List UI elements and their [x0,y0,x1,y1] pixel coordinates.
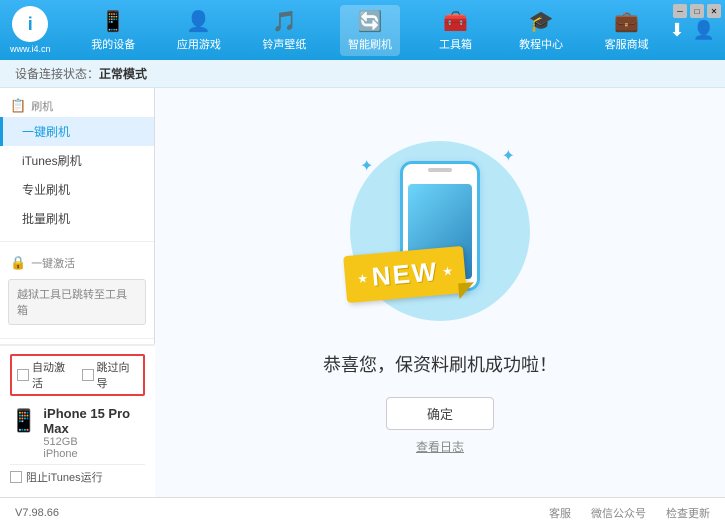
logo: i www.i4.cn [10,6,51,54]
device-bottom: 自动激活 跳过向导 📱 iPhone 15 Pro Max 512GB iPho… [0,345,155,497]
user-icon[interactable]: 👤 [693,20,715,41]
nav-apps-label: 应用游戏 [177,36,221,52]
new-banner: ★ NEW ★ [345,251,465,311]
nav-smart-flash[interactable]: 🔄 智能刷机 [340,5,400,56]
nav-tutorial[interactable]: 🎓 教程中心 [511,5,571,56]
nav-apps-icon: 👤 [186,9,211,34]
sidebar-item-itunes-flash[interactable]: iTunes刷机 [0,146,154,175]
auto-activate-checkbox[interactable] [17,369,29,381]
skip-guide-label: 跳过向导 [97,359,139,391]
device-info: 📱 iPhone 15 Pro Max 512GB iPhone [10,402,145,464]
nav-service[interactable]: 💼 客服商域 [597,5,657,56]
nav-toolbox-icon: 🧰 [443,9,468,34]
logo-subtitle: www.i4.cn [10,44,51,54]
sub-header: 设备连接状态： 正常模式 [0,60,725,88]
content-area: ✦ ✦ ✦ ★ NEW ★ 恭喜您，保资料刷机成功啦！ 确定 查看日志 [155,88,725,497]
footer-version: V7.98.66 [15,507,59,519]
pro-flash-label: 专业刷机 [22,183,70,197]
nav-my-device[interactable]: 📱 我的设备 [83,5,143,56]
main-layout: 📋 刷机 一键刷机 iTunes刷机 专业刷机 批量刷机 🔒 一键激活 [0,88,725,497]
footer-link-service[interactable]: 客服 [549,505,571,521]
close-button[interactable]: ✕ [707,4,721,18]
auto-activate-label: 自动激活 [32,359,74,391]
nav-apps[interactable]: 👤 应用游戏 [169,5,229,56]
nav-device-icon: 📱 [101,9,126,34]
sub-header-label: 设备连接状态： [15,65,99,82]
nav-tutorial-icon: 🎓 [529,9,554,34]
window-controls: ─ □ ✕ [673,4,721,18]
footer-link-update[interactable]: 检查更新 [666,505,710,521]
new-ribbon: ★ NEW ★ [343,245,467,302]
nav-smart-flash-icon: 🔄 [358,9,383,34]
header: i www.i4.cn 📱 我的设备 👤 应用游戏 🎵 铃声壁纸 🔄 智能刷机 … [0,0,725,60]
flash-section-label: 刷机 [31,98,53,114]
sidebar: 📋 刷机 一键刷机 iTunes刷机 专业刷机 批量刷机 🔒 一键激活 [0,88,155,497]
itunes-flash-label: iTunes刷机 [22,154,82,168]
sparkle-icon-1: ✦ [360,156,373,176]
nav-toolbox-label: 工具箱 [439,36,472,52]
sidebar-activate-section: 🔒 一键激活 越狱工具已跳转至工具箱 [0,245,154,335]
nav-tutorial-label: 教程中心 [519,36,563,52]
footer: V7.98.66 客服 微信公众号 检查更新 [0,497,725,527]
nav-ringtones-icon: 🎵 [272,9,297,34]
success-message: 恭喜您，保资料刷机成功啦！ [323,351,557,377]
flash-section-icon: 📋 [10,98,26,114]
view-log-link[interactable]: 查看日志 [416,438,464,455]
sidebar-item-one-key-flash[interactable]: 一键刷机 [0,117,154,146]
nav-device-label: 我的设备 [91,36,135,52]
sidebar-item-batch-flash[interactable]: 批量刷机 [0,204,154,233]
sidebar-flash-section: 📋 刷机 一键刷机 iTunes刷机 专业刷机 批量刷机 [0,88,154,238]
maximize-button[interactable]: □ [690,4,704,18]
sidebar-divider-1 [0,241,154,242]
nav-ringtones[interactable]: 🎵 铃声壁纸 [254,5,314,56]
sidebar-activate-header: 🔒 一键激活 [0,250,154,274]
footer-links: 客服 微信公众号 检查更新 [549,505,710,521]
device-details: iPhone 15 Pro Max 512GB iPhone [43,406,145,460]
new-badge-text: NEW [371,256,440,293]
sidebar-notice: 越狱工具已跳转至工具箱 [8,279,146,325]
sidebar-flash-header: 📋 刷机 [0,93,154,117]
itunes-row: 阻止iTunes运行 [10,464,145,489]
logo-icon: i [28,14,33,35]
sidebar-item-pro-flash[interactable]: 专业刷机 [0,175,154,204]
footer-link-wechat[interactable]: 微信公众号 [591,505,646,521]
auto-activate-row: 自动激活 跳过向导 [10,354,145,396]
download-icon[interactable]: ⬇ [669,20,684,41]
nav-smart-flash-label: 智能刷机 [348,36,392,52]
batch-flash-label: 批量刷机 [22,212,70,226]
sidebar-divider-2 [0,338,154,339]
nav-bar: 📱 我的设备 👤 应用游戏 🎵 铃声壁纸 🔄 智能刷机 🧰 工具箱 🎓 教程中心… [71,5,670,56]
logo-circle: i [12,6,48,42]
header-right: ⬇ 👤 [669,20,715,41]
device-name: iPhone 15 Pro Max [43,406,145,436]
nav-service-icon: 💼 [614,9,639,34]
sparkle-icon-2: ✦ [502,146,515,166]
device-phone-icon: 📱 [10,408,37,434]
nav-ringtones-label: 铃声壁纸 [262,36,306,52]
itunes-checkbox[interactable] [10,471,22,483]
itunes-label: 阻止iTunes运行 [26,469,103,485]
device-storage: 512GB [43,436,145,448]
phone-speaker [428,168,452,172]
activate-section-label: 一键激活 [31,255,75,271]
auto-activate-checkbox-label[interactable]: 自动激活 [17,359,74,391]
confirm-button[interactable]: 确定 [386,397,494,430]
skip-guide-checkbox[interactable] [82,369,94,381]
device-type: iPhone [43,448,145,460]
one-key-flash-label: 一键刷机 [22,125,70,139]
sub-header-status: 正常模式 [99,65,147,82]
phone-illustration: ✦ ✦ ✦ ★ NEW ★ [340,131,540,331]
nav-toolbox[interactable]: 🧰 工具箱 [426,5,486,56]
minimize-button[interactable]: ─ [673,4,687,18]
nav-service-label: 客服商域 [605,36,649,52]
lock-icon: 🔒 [10,255,26,271]
notice-text: 越狱工具已跳转至工具箱 [17,289,127,317]
skip-guide-checkbox-label[interactable]: 跳过向导 [82,359,139,391]
